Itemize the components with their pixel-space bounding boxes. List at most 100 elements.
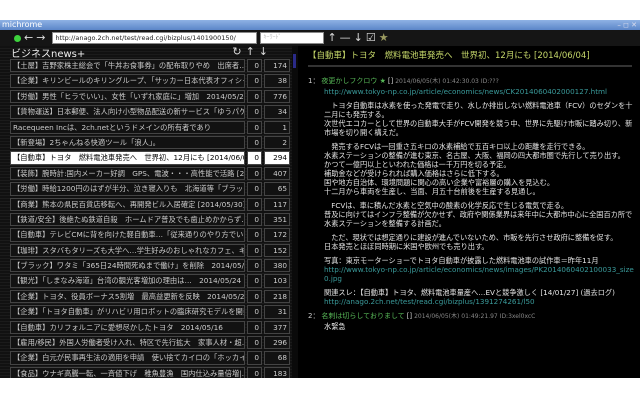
thread-title: 【商業】熊本の県民百貨店移転へ、再開発ビル入居確定 [2014/05/30] [10,197,245,211]
thread-title: 【土屋】吉野家株主総会で「牛丼お食事券」の配布取りやめ 出席者… [10,59,245,73]
post-count: 776 [264,89,290,104]
post-count: 172 [264,228,290,242]
title-bar: michrome – ◻ ✕ [0,20,640,30]
thread-title: 【労働】時給1200円のはずが半分、泣き寝入りも 北海道等「ブラック… [10,182,245,196]
new-count: 0 [247,366,262,378]
thread-list: 【土屋】吉野家株主総会で「牛丼お食事券」の配布取りやめ 出席者… 0 174 【企業】… [0,58,292,378]
thread-title: 【自動車】テレビCMに背を向けた軽自動車…「従来通りのやり方でい… [10,228,245,242]
post-body: http://www.tokyo-np.co.jp/article/econom… [324,87,640,306]
thread-title: 【ブラック】ワタミ「365日24時間死ぬまで働け」を削除 2014/05/21 [10,259,245,273]
post-count: 183 [264,366,290,378]
post-id[interactable]: ID:3xel0xcC [500,313,536,320]
star-icon[interactable]: ★ [379,31,389,45]
thread-row[interactable]: 【装飾】腕時計:国内メーカー好調 GPS、電波・・・高性能で活路 [201… 0 4… [0,166,292,181]
new-count: 0 [247,105,262,119]
new-count: 0 [247,74,262,88]
post-count: 68 [264,351,290,365]
url-input[interactable]: http://anago.2ch.net/test/read.cgi/bizpl… [52,32,258,44]
post-link[interactable]: http://www.tokyo-np.co.jp/article/econom… [324,87,636,96]
post-text: 十二月から車両を生産し、当面、月五十台前後を生産する見通し。 [324,187,540,196]
thread-row[interactable]: Racequeen Incは、2ch.netというドメインの所有者であり 0 1 [0,120,292,135]
thread-row[interactable]: 【企業】「トヨタ自動車」がリハビリ用ロボットの臨床研究モデルを開発… 0 31 [0,304,292,319]
minus-icon[interactable]: — [340,31,351,45]
thread-row[interactable]: 【企業】白元が民事再生法の適用を申請 使い捨てカイロの「ホッカイ… 0 68 [0,350,292,365]
post-text: 次世代エコカーとして世界の自動車大手がFCV開発を競う中、世界に先駆け市販に踏み… [324,119,633,137]
new-count: 0 [247,151,262,165]
new-count: 0 [247,289,262,304]
thread-title: 【雇用/移民】外国人労働者受け入れ、特区で先行拡大 家事人材・超… [10,336,245,350]
thread-row[interactable]: 【労働】時給1200円のはずが半分、泣き寝入りも 北海道等「ブラック… 0 65 [0,181,292,196]
post-mail: [] [387,77,394,85]
new-count: 0 [247,305,262,319]
new-count: 0 [247,182,262,196]
thread-title: 【労働】男性「ヒラでいい」、女性「いずれ家庭に」増加 2014/05/21 [10,89,245,104]
post-link[interactable]: http://www.tokyo-np.co.jp/article/econom… [324,265,636,283]
thread-row[interactable]: 【ブラック】ワタミ「365日24時間死ぬまで働け」を削除 2014/05/21 0… [0,258,292,273]
down-icon[interactable]: ↓ [259,45,272,58]
status-indicator-icon [14,34,21,42]
post-text: トヨタ自動車は水素を使った発電で走り、水しか排出しない燃料電池車（FCV）のセダ… [324,101,633,119]
thread-view: 【自動車】トヨタ 燃料電池車発売へ 世界初、12月にも [2014/06/04]… [298,46,640,378]
thread-row[interactable]: 【土屋】吉野家株主総会で「牛丼お食事券」の配布取りやめ 出席者… 0 174 [0,58,292,73]
scrollbar[interactable] [293,54,296,68]
scroll-down-icon[interactable]: ↓ [354,31,363,45]
thread-list-panel: ビジネスnews+ ↻↑↓ 【土屋】吉野家株主総会で「牛丼お食事券」の配布取りや… [0,45,292,378]
thread-title: 【新登場】2ちゃんねる快適ツール「浪人」。 [10,135,245,150]
thread-row[interactable]: 【食品】ウナギ高騰一転、一斉値下げ 稚魚豊漁 国内仕込み量倍増|… 0 183 [0,366,292,378]
new-count: 0 [247,336,262,350]
thread-row[interactable]: 【企業】トヨタ、役員ボーナス5割増 最高益更新を反映 2014/05/28 0 21… [0,289,292,304]
post-number[interactable]: 2： [308,312,319,320]
thread-row[interactable]: 【鉄道/安全】後絶たぬ鉄道自殺 ホームドア普及でも歯止めかからず… 0 351 [0,212,292,227]
thread-row[interactable]: 【労働】男性「ヒラでいい」、女性「いずれ家庭に」増加 2014/05/21 0 77… [0,89,292,104]
post-count: 351 [264,212,290,227]
thread-title: 【装飾】腕時計:国内メーカー好調 GPS、電波・・・高性能で活路 [201… [10,166,245,181]
refresh-icon[interactable]: ↻ [232,45,245,58]
scroll-up-icon[interactable]: ↑ [327,31,336,45]
back-icon[interactable]: ← [24,31,33,45]
thread-row[interactable]: 【企業】キリンビールのキリングループ、「サッカー日本代表オフィシャル… 0 38 [0,73,292,88]
new-count: 0 [247,259,262,273]
post-count: 174 [264,59,290,73]
thread-row[interactable]: 【観光】「しまなみ海道」台湾の観光客増加の理由は… 2014/05/24 0 103 [0,273,292,288]
new-count: 0 [247,243,262,258]
forward-icon[interactable]: → [36,31,45,45]
thread-row[interactable]: 【自動車】カリフォルニアに愛想尽かしたトヨタ 2014/05/16 0 377 [0,320,292,335]
post-date: 2014/06/05(木) 01:42:30.03 [395,78,479,85]
post-count: 380 [264,259,290,273]
edit-icon[interactable]: ☑ [366,31,376,45]
post-text: 写真：東京モーターショーでトヨタ自動車が披露した燃料電池車の試作車＝昨年11月 [324,256,599,265]
up-icon[interactable]: ↑ [246,45,259,58]
post-text: 国や地方自治体、環境問題に関心の高い企業や富裕層の購入を見込む。 [324,178,555,187]
thread-title: 【珈琲】スタバもタリーズも大学へ…学生好みのおしゃれなカフェ、キャン… [10,243,245,258]
thread-row[interactable]: 【雇用/移民】外国人労働者受け入れ、特区で先行拡大 家事人材・超… 0 296 [0,335,292,350]
thread-row[interactable]: 【珈琲】スタバもタリーズも大学へ…学生好みのおしゃれなカフェ、キャン… 0 152 [0,243,292,258]
post-text: FCVは、車に積んだ水素と空気中の酸素の化学反応で生じる電気で走る。 [324,201,569,210]
thread-title: 【企業】トヨタ、役員ボーナス5割増 最高益更新を反映 2014/05/28 [10,289,245,304]
window-controls[interactable]: – ◻ ✕ [617,20,637,30]
thread-row[interactable]: 【新登場】2ちゃんねる快適ツール「浪人」。 0 2 [0,135,292,150]
post-text: ただ、現状では想定通りに建設が進んでいないため、市販を先行させ政府に整備を促す。 [324,233,618,242]
thread-row[interactable]: 【自動車】トヨタ 燃料電池車発売へ 世界初、12月にも [2014/06/04]… [0,150,292,165]
post-text: 日本発売とほぼ同時期に米国や欧州でも売り出す。 [324,242,489,251]
post-text: かつて一億円以上といわれた価格は一千万円を切る予定。 [324,160,511,169]
thread-row[interactable]: 【貨物運送】日本郵便、法人向け小型物品配送の新サービス「ゆうパケ… 0 34 [0,104,292,119]
new-count: 0 [247,135,262,150]
post-id[interactable]: ID:??? [481,78,499,85]
post: 2： 名刺は切らしておりまして [] 2014/06/05(木) 01:49:2… [308,312,640,331]
thread-row[interactable]: 【商業】熊本の県民百貨店移転へ、再開発ビル入居確定 [2014/05/30] 0 1… [0,197,292,212]
post-count: 407 [264,166,290,181]
new-count: 0 [247,212,262,227]
search-input[interactable]: ｷｰﾜｰﾄﾞ [260,32,325,44]
post-number[interactable]: 1： [308,77,319,85]
thread-title: 【自動車】トヨタ 燃料電池車発売へ 世界初、12月にも [2014/06/04] [10,151,245,165]
thread-title: 【食品】ウナギ高騰一転、一斉値下げ 稚魚豊漁 国内仕込み量倍増|… [10,366,245,378]
window-title: michrome [2,20,43,29]
post-date: 2014/06/05(木) 01:49:21.97 [414,313,498,320]
post-count: 1 [264,120,290,134]
post-link[interactable]: http://anago.2ch.net/test/read.cgi/bizpl… [324,297,636,306]
post-count: 377 [264,320,290,335]
post-count: 31 [264,305,290,319]
thread-title: 【企業】白元が民事再生法の適用を申請 使い捨てカイロの「ホッカイ… [10,351,245,365]
board-header: ビジネスnews+ ↻↑↓ [0,45,292,60]
thread-row[interactable]: 【自動車】テレビCMに背を向けた軽自動車…「従来通りのやり方でい… 0 172 [0,227,292,242]
